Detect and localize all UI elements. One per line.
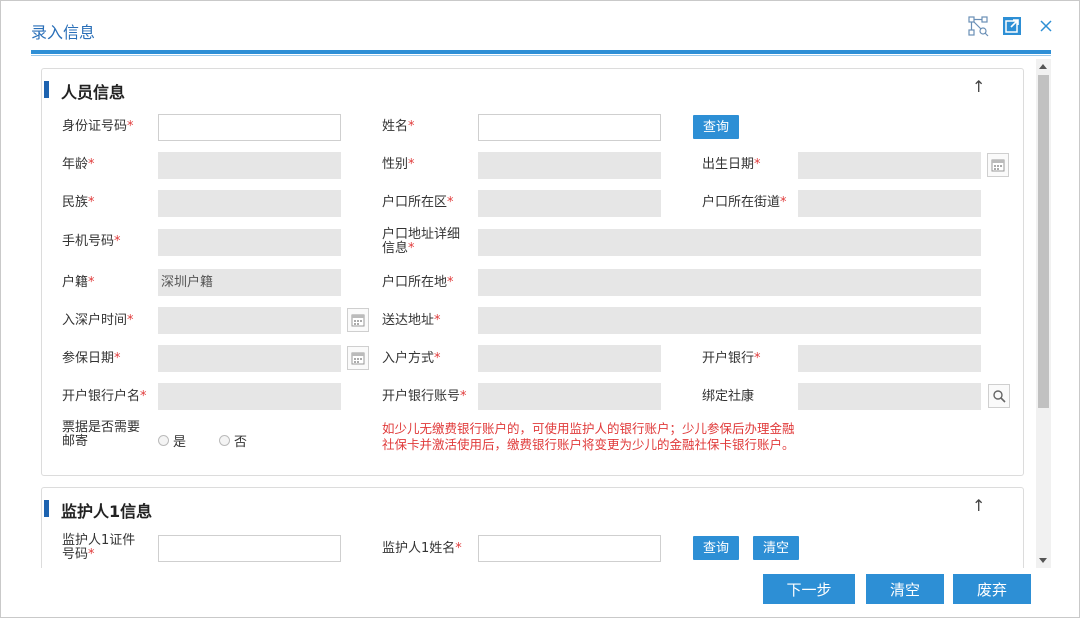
dialog-title: 录入信息	[31, 23, 96, 42]
phone-input	[158, 229, 341, 256]
open-new-window-icon[interactable]	[1001, 15, 1023, 37]
panel-header: 监护人1信息 ↑	[42, 488, 1023, 528]
sz-hukou-time-label: 入深户时间*	[62, 313, 134, 328]
account-number-label: 开户银行账号*	[382, 389, 467, 404]
mail-receipt-label: 票据是否需要 邮寄	[62, 420, 141, 449]
hukou-place-input	[478, 269, 981, 296]
name-label: 姓名*	[382, 119, 415, 134]
section-title: 监护人1信息	[61, 502, 153, 521]
delivery-address-label: 送达地址*	[382, 313, 441, 328]
bind-clinic-label: 绑定社康	[702, 389, 755, 404]
delivery-address-input	[478, 307, 981, 334]
scrollbar-thumb[interactable]	[1038, 75, 1049, 408]
note-line: 如少儿无缴费银行账户的，可使用监护人的银行账户；少儿参保后办理金融	[382, 421, 795, 436]
id-number-label: 身份证号码*	[62, 119, 134, 134]
bind-clinic-input	[798, 383, 981, 410]
query-button[interactable]: 查询	[693, 115, 740, 139]
guardian-info-panel: 监护人1信息 ↑ 监护人1证件 号码* 监护人1姓名* 查询 清空	[41, 487, 1024, 568]
name-input[interactable]	[478, 114, 661, 141]
hukou-detail-label: 户口地址详细 信息*	[382, 227, 461, 256]
age-input	[158, 152, 341, 179]
bank-input	[798, 345, 981, 372]
section-marker	[44, 81, 49, 98]
guardian-id-input[interactable]	[158, 535, 341, 562]
account-name-input	[158, 383, 341, 410]
birth-date-label: 出生日期*	[702, 157, 761, 172]
title-divider	[31, 50, 1051, 54]
hukou-place-label: 户口所在地*	[382, 275, 454, 290]
bank-account-note: 如少儿无缴费银行账户的，可使用监护人的银行账户；少儿参保后办理金融 社保卡并激活…	[382, 421, 852, 453]
scroll-down-arrow-icon[interactable]	[1039, 558, 1047, 563]
discard-button[interactable]: 废弃	[953, 574, 1031, 604]
huji-input: 深圳户籍	[158, 269, 341, 296]
account-name-label: 开户银行户名*	[62, 389, 147, 404]
radio-label: 否	[234, 435, 248, 450]
hukou-district-label: 户口所在区*	[382, 195, 454, 210]
guardian-name-input[interactable]	[478, 535, 661, 562]
entry-way-input	[478, 345, 661, 372]
calendar-icon[interactable]	[347, 346, 369, 370]
sz-hukou-time-input	[158, 307, 341, 334]
entry-dialog: 录入信息 人员信息 ↑ 身份证号码* 姓名* 查询 年龄* 性别* 出生日期* …	[0, 0, 1080, 618]
section-title: 人员信息	[61, 83, 126, 102]
section-marker	[44, 500, 49, 517]
titlebar-icons	[967, 15, 1057, 37]
radio-circle[interactable]	[219, 435, 230, 446]
title-divider-thin	[31, 55, 1051, 56]
bank-label: 开户银行*	[702, 351, 761, 366]
hukou-district-input	[478, 190, 661, 217]
huji-label: 户籍*	[62, 275, 95, 290]
personal-info-panel: 人员信息 ↑ 身份证号码* 姓名* 查询 年龄* 性别* 出生日期* 民族* 户…	[41, 68, 1024, 476]
flow-diagram-icon[interactable]	[967, 15, 989, 37]
gender-label: 性别*	[382, 157, 415, 172]
mail-no-radio[interactable]: 否	[219, 431, 247, 450]
guardian-id-label: 监护人1证件 号码*	[62, 533, 136, 562]
insure-date-label: 参保日期*	[62, 351, 121, 366]
dialog-titlebar: 录入信息	[1, 1, 1079, 53]
birth-date-input	[798, 152, 981, 179]
insure-date-input	[158, 345, 341, 372]
gender-input	[478, 152, 661, 179]
close-icon[interactable]	[1035, 15, 1057, 37]
hukou-street-label: 户口所在街道*	[702, 195, 787, 210]
age-label: 年龄*	[62, 157, 95, 172]
entry-way-label: 入户方式*	[382, 351, 441, 366]
id-number-input[interactable]	[158, 114, 341, 141]
collapse-arrow-icon[interactable]: ↑	[972, 77, 985, 96]
vertical-scrollbar[interactable]	[1036, 59, 1051, 568]
calendar-icon[interactable]	[347, 308, 369, 332]
guardian-clear-button[interactable]: 清空	[753, 536, 800, 560]
collapse-arrow-icon[interactable]: ↑	[972, 496, 985, 515]
mail-yes-radio[interactable]: 是	[158, 431, 186, 450]
radio-circle[interactable]	[158, 435, 169, 446]
form-scroll-area: 人员信息 ↑ 身份证号码* 姓名* 查询 年龄* 性别* 出生日期* 民族* 户…	[31, 59, 1051, 568]
guardian-name-label: 监护人1姓名*	[382, 541, 462, 556]
ethnicity-label: 民族*	[62, 195, 95, 210]
hukou-street-input	[798, 190, 981, 217]
radio-label: 是	[173, 435, 187, 450]
account-number-input	[478, 383, 661, 410]
hukou-detail-input	[478, 229, 981, 256]
search-icon[interactable]	[988, 384, 1010, 408]
next-step-button[interactable]: 下一步	[763, 574, 855, 604]
calendar-icon[interactable]	[987, 153, 1009, 177]
panel-header: 人员信息 ↑	[42, 69, 1023, 109]
scroll-up-arrow-icon[interactable]	[1039, 64, 1047, 69]
guardian-query-button[interactable]: 查询	[693, 536, 740, 560]
ethnicity-input	[158, 190, 341, 217]
note-line: 社保卡并激活使用后，缴费银行账户将变更为少儿的金融社保卡银行账户。	[382, 437, 795, 452]
phone-label: 手机号码*	[62, 234, 121, 249]
clear-button[interactable]: 清空	[866, 574, 944, 604]
